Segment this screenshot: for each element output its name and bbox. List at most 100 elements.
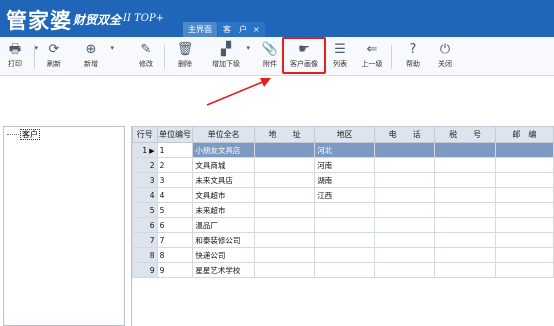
category-tree[interactable]: 客户 (3, 126, 125, 326)
close-tab-icon[interactable]: × (253, 25, 260, 34)
cell-code[interactable]: 7 (156, 232, 194, 248)
cell-name[interactable]: 和泰装修公司 (192, 232, 255, 248)
close-button[interactable]: ⏻ 关闭 (430, 40, 460, 73)
col-header[interactable]: 地区 (314, 126, 375, 143)
chevron-down-icon[interactable]: ▾ (34, 44, 38, 52)
cell-phone[interactable] (373, 217, 436, 233)
col-header[interactable]: 税 号 (434, 126, 496, 143)
cell-name[interactable]: 星星艺术学校 (192, 262, 255, 278)
help-button[interactable]: ? 帮助 (398, 40, 428, 73)
cell-address[interactable] (253, 142, 316, 158)
cell-name[interactable]: 未来文具店 (192, 172, 255, 188)
table-row[interactable]: 2 2 文具商城 河南 (132, 157, 554, 173)
cell-region[interactable] (314, 247, 375, 263)
tab-main[interactable]: 主界面 (183, 22, 217, 37)
cell-address[interactable] (253, 157, 316, 173)
tab-customer[interactable]: 客 户 × (218, 22, 265, 37)
cell-code[interactable]: 9 (156, 262, 194, 278)
cell-phone[interactable] (373, 157, 436, 173)
refresh-button[interactable]: ⟳ 刷新 (39, 40, 69, 73)
cell-tax[interactable] (434, 202, 496, 218)
cell-name[interactable]: 快递公司 (192, 247, 255, 263)
cell-zip[interactable] (494, 262, 554, 278)
row-number-cell: 5 (132, 202, 158, 218)
col-header[interactable]: 行号 (132, 126, 158, 143)
col-header[interactable]: 电 话 (373, 126, 436, 143)
print-button[interactable]: 🖶 打印 ▾ (0, 40, 38, 73)
cell-zip[interactable] (494, 187, 554, 203)
cell-name[interactable]: 小朋友文具店 (192, 142, 255, 158)
col-header[interactable]: 单位全名 (192, 126, 255, 143)
cell-tax[interactable] (434, 187, 496, 203)
cell-code[interactable]: 6 (156, 217, 194, 233)
cell-phone[interactable] (373, 247, 436, 263)
col-header[interactable]: 地 址 (253, 126, 316, 143)
cell-tax[interactable] (434, 142, 496, 158)
cell-zip[interactable] (494, 247, 554, 263)
cell-region[interactable] (314, 232, 375, 248)
table-row[interactable]: 1 ▶ 1 小朋友文具店 河北 (132, 142, 554, 158)
cell-region[interactable] (314, 202, 375, 218)
table-row[interactable]: 3 3 未来文具店 湖南 (132, 172, 554, 188)
cell-region[interactable]: 湖南 (314, 172, 375, 188)
delete-button[interactable]: 🗑 删除 (170, 40, 200, 73)
cell-region[interactable] (314, 262, 375, 278)
cell-name[interactable]: 温品厂 (192, 217, 255, 233)
cell-code[interactable]: 5 (156, 202, 194, 218)
cell-code[interactable]: 8 (156, 247, 194, 263)
attachment-button[interactable]: 📎 附件 (255, 40, 285, 73)
cell-region[interactable] (314, 217, 375, 233)
col-header[interactable]: 单位编号 (156, 126, 194, 143)
table-row[interactable]: 7 7 和泰装修公司 (132, 232, 554, 248)
cell-name[interactable]: 文具商城 (192, 157, 255, 173)
cell-code[interactable]: 2 (156, 157, 194, 173)
table-row[interactable]: 4 4 文具超市 江西 (132, 187, 554, 203)
cell-code[interactable]: 4 (156, 187, 194, 203)
up-level-button[interactable]: ⇐ 上一级 (357, 40, 387, 73)
cell-tax[interactable] (434, 172, 496, 188)
cell-phone[interactable] (373, 187, 436, 203)
cell-address[interactable] (253, 217, 316, 233)
table-row[interactable]: 8 8 快递公司 (132, 247, 554, 263)
cell-zip[interactable] (494, 157, 554, 173)
cell-phone[interactable] (373, 202, 436, 218)
cell-tax[interactable] (434, 157, 496, 173)
cell-code[interactable]: 1 (156, 142, 194, 158)
cell-zip[interactable] (494, 172, 554, 188)
cell-region[interactable]: 河南 (314, 157, 375, 173)
cell-tax[interactable] (434, 232, 496, 248)
cell-address[interactable] (253, 172, 316, 188)
cell-region[interactable]: 河北 (314, 142, 375, 158)
cell-region[interactable]: 江西 (314, 187, 375, 203)
cell-name[interactable]: 文具超市 (192, 187, 255, 203)
cell-name[interactable]: 未来超市 (192, 202, 255, 218)
cell-address[interactable] (253, 247, 316, 263)
cell-code[interactable]: 3 (156, 172, 194, 188)
cell-tax[interactable] (434, 217, 496, 233)
tree-node-customer[interactable]: 客户 (7, 129, 40, 140)
cell-zip[interactable] (494, 202, 554, 218)
cell-address[interactable] (253, 202, 316, 218)
cell-phone[interactable] (373, 142, 436, 158)
edit-button[interactable]: ✎ 修改 (131, 40, 161, 73)
table-row[interactable]: 5 5 未来超市 (132, 202, 554, 218)
col-header[interactable]: 邮 编 (494, 126, 554, 143)
table-row[interactable]: 9 9 星星艺术学校 (132, 262, 554, 278)
table-row[interactable]: 6 6 温品厂 (132, 217, 554, 233)
add-button[interactable]: ⊕ 新增 ▾ (76, 40, 114, 73)
list-button[interactable]: ☰ 列表 (325, 40, 355, 73)
cell-address[interactable] (253, 232, 316, 248)
add-child-button[interactable]: ▞ 增加下级 ▾ (206, 40, 250, 73)
cell-address[interactable] (253, 262, 316, 278)
cell-phone[interactable] (373, 232, 436, 248)
cell-address[interactable] (253, 187, 316, 203)
chevron-down-icon[interactable]: ▾ (110, 44, 114, 52)
cell-phone[interactable] (373, 172, 436, 188)
cell-zip[interactable] (494, 232, 554, 248)
cell-zip[interactable] (494, 217, 554, 233)
cell-tax[interactable] (434, 262, 496, 278)
chevron-down-icon[interactable]: ▾ (246, 44, 250, 52)
cell-zip[interactable] (494, 142, 554, 158)
cell-tax[interactable] (434, 247, 496, 263)
cell-phone[interactable] (373, 262, 436, 278)
